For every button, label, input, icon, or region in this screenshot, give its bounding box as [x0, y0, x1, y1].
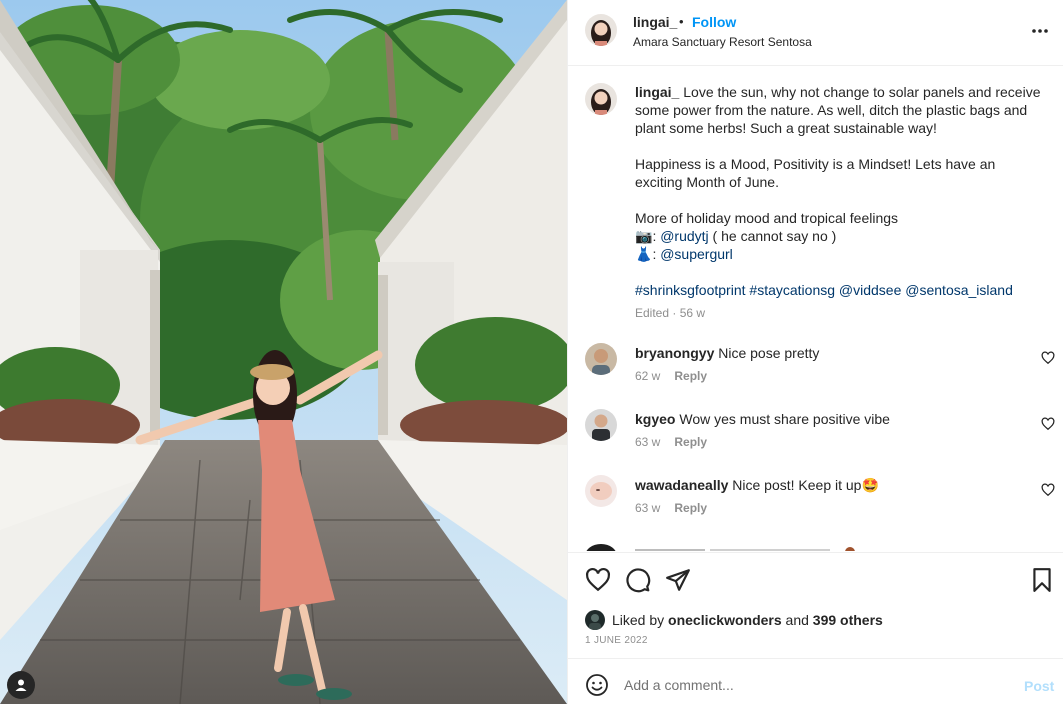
- liked-by-and: and: [785, 612, 809, 628]
- post-comment-button[interactable]: Post: [1024, 678, 1054, 694]
- liked-by-prefix: Liked by: [612, 612, 665, 628]
- post-header: lingai_ • Follow Amara Sanctuary Resort …: [568, 0, 1063, 66]
- liker-avatar[interactable]: [585, 610, 605, 630]
- comment-meta: 63 w Reply: [635, 501, 707, 515]
- commenter-avatar[interactable]: [585, 409, 617, 441]
- caption-author-avatar[interactable]: [585, 83, 617, 115]
- comment-body: Wow yes must share positive vibe: [679, 411, 890, 427]
- dress-credit-line: 👗: @supergurl: [635, 245, 1045, 263]
- avatar-image: [585, 409, 617, 441]
- camera-emoji: 📷: [635, 228, 653, 244]
- caption-line-1: Love the sun, why not change to solar pa…: [635, 84, 1041, 136]
- comment-meta: 62 w Reply: [635, 369, 707, 383]
- post-caption: lingai_ Love the sun, why not change to …: [635, 83, 1045, 299]
- share-send-icon[interactable]: [665, 567, 691, 593]
- hashtag-link[interactable]: #shrinksgfootprint: [635, 282, 746, 298]
- emoji-icon[interactable]: [585, 673, 609, 697]
- post-photo[interactable]: [0, 0, 567, 704]
- comment-username[interactable]: wawadaneally: [635, 477, 728, 493]
- comment-text: bryanongyy Nice pose pretty: [635, 345, 819, 361]
- credit-separator: :: [652, 228, 657, 244]
- more-horizontal-icon: [1032, 29, 1048, 33]
- liked-by-summary[interactable]: Liked by oneclickwonders and 399 others: [585, 610, 883, 630]
- add-comment-bar: Post: [568, 658, 1063, 704]
- liked-by-user[interactable]: oneclickwonders: [668, 612, 782, 628]
- comment-age: 63 w: [635, 501, 661, 515]
- like-heart-icon[interactable]: [585, 567, 611, 593]
- comment-item: wawadaneally Nice post! Keep it up🤩 63 w…: [568, 475, 1063, 541]
- caption-line-3: More of holiday mood and tropical feelin…: [635, 210, 899, 226]
- comment-item: kgyeo Wow yes must share positive vibe 6…: [568, 409, 1063, 475]
- like-comment-heart-icon[interactable]: [1041, 483, 1055, 497]
- mention-rudytj[interactable]: @rudytj: [660, 228, 708, 244]
- comment-text: wawadaneally Nice post! Keep it up🤩: [635, 477, 879, 494]
- post-location[interactable]: Amara Sanctuary Resort Sentosa: [633, 35, 812, 49]
- comment-body: Nice post! Keep it up🤩: [732, 477, 879, 493]
- comment-username[interactable]: kgyeo: [635, 411, 675, 427]
- partial-comment-avatar-icon: [586, 544, 855, 551]
- post-side-panel: lingai_ • Follow Amara Sanctuary Resort …: [567, 0, 1063, 704]
- photo-credit-line: 📷: @rudytj ( he cannot say no ): [635, 227, 1045, 245]
- author-avatar[interactable]: [585, 14, 617, 46]
- avatar-image: [585, 475, 617, 507]
- comment-item: bryanongyy Nice pose pretty 62 w Reply: [568, 343, 1063, 409]
- comment-item-partial: [568, 541, 1063, 551]
- avatar-image: [585, 610, 605, 630]
- credit-separator: :: [652, 246, 657, 262]
- like-comment-heart-icon[interactable]: [1041, 417, 1055, 431]
- caption-line-2: Happiness is a Mood, Positivity is a Min…: [635, 156, 996, 190]
- post-actions: Liked by oneclickwonders and 399 others …: [568, 552, 1063, 658]
- reply-button[interactable]: Reply: [674, 435, 707, 449]
- mention-link[interactable]: @viddsee: [839, 282, 901, 298]
- comment-meta: 63 w Reply: [635, 435, 707, 449]
- separator-dot: •: [679, 14, 684, 29]
- author-username[interactable]: lingai_: [633, 14, 677, 30]
- post-date[interactable]: 1 JUNE 2022: [585, 635, 648, 646]
- comment-icon[interactable]: [625, 567, 651, 593]
- like-comment-heart-icon[interactable]: [1041, 351, 1055, 365]
- comments-list[interactable]: lingai_ Love the sun, why not change to …: [568, 67, 1063, 551]
- caption-tags: #shrinksgfootprint #staycationsg @viddse…: [635, 281, 1045, 299]
- reply-button[interactable]: Reply: [674, 369, 707, 383]
- photo-credit-note: ( he cannot say no ): [708, 228, 837, 244]
- reply-button[interactable]: Reply: [674, 501, 707, 515]
- comment-input[interactable]: [624, 671, 1004, 699]
- save-bookmark-icon[interactable]: [1029, 567, 1055, 593]
- follow-button[interactable]: Follow: [692, 14, 736, 30]
- hashtag-link[interactable]: #staycationsg: [749, 282, 835, 298]
- dress-emoji: 👗: [635, 246, 653, 262]
- likes-count[interactable]: 399 others: [813, 612, 883, 628]
- photo-illustration: [0, 0, 567, 704]
- commenter-avatar[interactable]: [585, 475, 617, 507]
- avatar-image: [585, 343, 617, 375]
- comment-age: 63 w: [635, 435, 661, 449]
- mention-link[interactable]: @sentosa_island: [905, 282, 1013, 298]
- comment-username[interactable]: bryanongyy: [635, 345, 714, 361]
- tagged-users-button[interactable]: [7, 671, 35, 699]
- caption-username[interactable]: lingai_: [635, 84, 679, 100]
- more-options-button[interactable]: [1030, 24, 1050, 38]
- mention-supergurl[interactable]: @supergurl: [660, 246, 733, 262]
- user-icon: [15, 679, 27, 691]
- avatar-image: [585, 14, 617, 46]
- commenter-avatar[interactable]: [585, 343, 617, 375]
- avatar-image: [585, 83, 617, 115]
- comment-body: Nice pose pretty: [718, 345, 820, 361]
- comment-text: kgyeo Wow yes must share positive vibe: [635, 411, 890, 427]
- edited-timestamp: Edited · 56 w: [635, 306, 706, 320]
- comment-age: 62 w: [635, 369, 661, 383]
